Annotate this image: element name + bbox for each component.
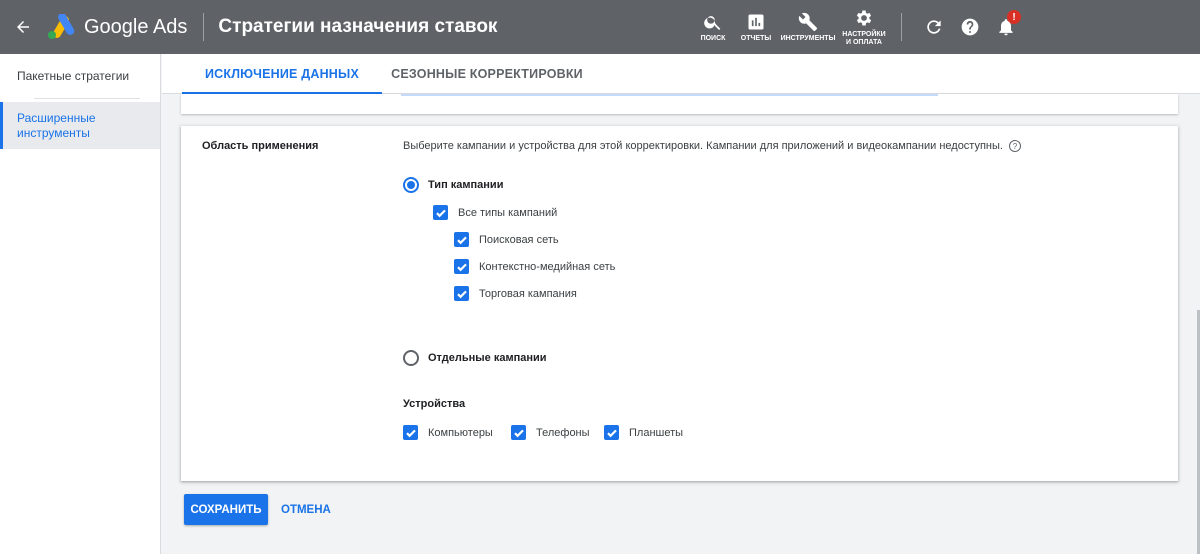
- google-ads-logo-icon: [48, 14, 75, 39]
- refresh-button[interactable]: [916, 0, 952, 54]
- checkbox-checked-icon: [454, 286, 469, 301]
- reports-tool-button[interactable]: ОТЧЕТЫ: [735, 0, 777, 54]
- checkbox-checked-icon: [454, 259, 469, 274]
- checkbox-checked-icon: [604, 425, 619, 440]
- scope-card: Область применения Выберите кампании и у…: [181, 126, 1178, 481]
- search-tool-label: ПОИСК: [700, 34, 726, 42]
- checkbox-checked-icon: [433, 205, 448, 220]
- top-bar: Google Ads Стратегии назначения ставок П…: [0, 0, 1200, 54]
- all-campaign-types-checkbox[interactable]: Все типы кампаний: [433, 205, 557, 220]
- display-network-label: Контекстно-медийная сеть: [479, 260, 616, 273]
- question-icon[interactable]: ?: [1008, 140, 1021, 152]
- refresh-icon: [927, 20, 941, 34]
- campaign-type-radio[interactable]: Тип кампании: [403, 177, 503, 193]
- checkbox-checked-icon: [511, 425, 526, 440]
- device-phones-label: Телефоны: [536, 426, 590, 439]
- help-button[interactable]: [952, 0, 988, 54]
- tools-tool-label: ИНСТРУМЕНТЫ: [780, 34, 836, 42]
- radio-selected-icon: [403, 177, 419, 193]
- header-tools: ПОИСК ОТЧЕТЫ ИНСТРУМЕНТЫ НАСТРОЙКИ И ОПЛ…: [693, 0, 1200, 54]
- checkbox-checked-icon: [403, 425, 418, 440]
- search-tool-button[interactable]: ПОИСК: [693, 0, 733, 54]
- tools-tool-button[interactable]: ИНСТРУМЕНТЫ: [777, 0, 839, 54]
- cancel-button[interactable]: ОТМЕНА: [281, 494, 331, 525]
- individual-campaigns-label: Отдельные кампании: [428, 352, 547, 364]
- reports-icon: [748, 14, 764, 29]
- reports-tool-label: ОТЧЕТЫ: [740, 34, 772, 42]
- product-name: Google Ads: [84, 15, 188, 38]
- save-button[interactable]: СОХРАНИТЬ: [184, 494, 268, 525]
- tab-data-exclusions[interactable]: ИСКЛЮЧЕНИЕ ДАННЫХ: [182, 54, 382, 95]
- tools-divider: [901, 13, 902, 41]
- device-computers-label: Компьютеры: [428, 426, 493, 439]
- radio-unselected-icon: [403, 350, 419, 366]
- settings-icon: [856, 10, 872, 25]
- sidebar: Пакетные стратегии Расширенные инструмен…: [0, 54, 161, 554]
- previous-field-underline: [401, 94, 938, 96]
- device-computers-checkbox[interactable]: Компьютеры: [403, 425, 493, 440]
- scope-description: Выберите кампании и устройства для этой …: [403, 140, 1021, 152]
- settings-billing-tool-button[interactable]: НАСТРОЙКИ И ОПЛАТА: [839, 0, 889, 54]
- back-arrow-icon[interactable]: [0, 0, 46, 54]
- search-icon: [704, 15, 721, 30]
- device-tablets-checkbox[interactable]: Планшеты: [604, 425, 683, 440]
- sidebar-divider: [34, 98, 140, 99]
- device-tablets-label: Планшеты: [629, 426, 684, 439]
- display-network-checkbox[interactable]: Контекстно-медийная сеть: [454, 259, 615, 274]
- shopping-campaign-label: Торговая кампания: [479, 287, 577, 300]
- sidebar-item-advanced-tools[interactable]: Расширенные инструменты: [0, 102, 160, 149]
- all-campaign-types-label: Все типы кампаний: [458, 206, 558, 219]
- help-icon: [961, 18, 979, 36]
- scope-description-text: Выберите кампании и устройства для этой …: [403, 140, 1003, 152]
- page-title: Стратегии назначения ставок: [218, 16, 498, 37]
- wrench-icon: [798, 12, 818, 31]
- title-divider: [203, 13, 205, 41]
- previous-card-fragment: [181, 94, 1178, 114]
- search-network-label: Поисковая сеть: [479, 233, 559, 246]
- tab-seasonality-adjustments[interactable]: СЕЗОННЫЕ КОРРЕКТИРОВКИ: [382, 54, 592, 94]
- device-phones-checkbox[interactable]: Телефоны: [511, 425, 590, 440]
- notification-badge: !: [1007, 10, 1021, 24]
- individual-campaigns-radio[interactable]: Отдельные кампании: [403, 350, 547, 366]
- notifications-button[interactable]: !: [988, 0, 1024, 54]
- campaign-type-label: Тип кампании: [428, 179, 504, 191]
- shopping-campaign-checkbox[interactable]: Торговая кампания: [454, 286, 577, 301]
- sidebar-item-bundle-strategies[interactable]: Пакетные стратегии: [0, 54, 160, 98]
- settings-billing-tool-label: НАСТРОЙКИ И ОПЛАТА: [842, 30, 886, 46]
- google-ads-logo[interactable]: Google Ads: [46, 0, 187, 54]
- devices-title: Устройства: [403, 398, 466, 410]
- search-network-checkbox[interactable]: Поисковая сеть: [454, 232, 559, 247]
- tab-bar: ИСКЛЮЧЕНИЕ ДАННЫХ СЕЗОННЫЕ КОРРЕКТИРОВКИ: [162, 54, 1200, 95]
- checkbox-checked-icon: [454, 232, 469, 247]
- scope-label: Область применения: [202, 140, 319, 152]
